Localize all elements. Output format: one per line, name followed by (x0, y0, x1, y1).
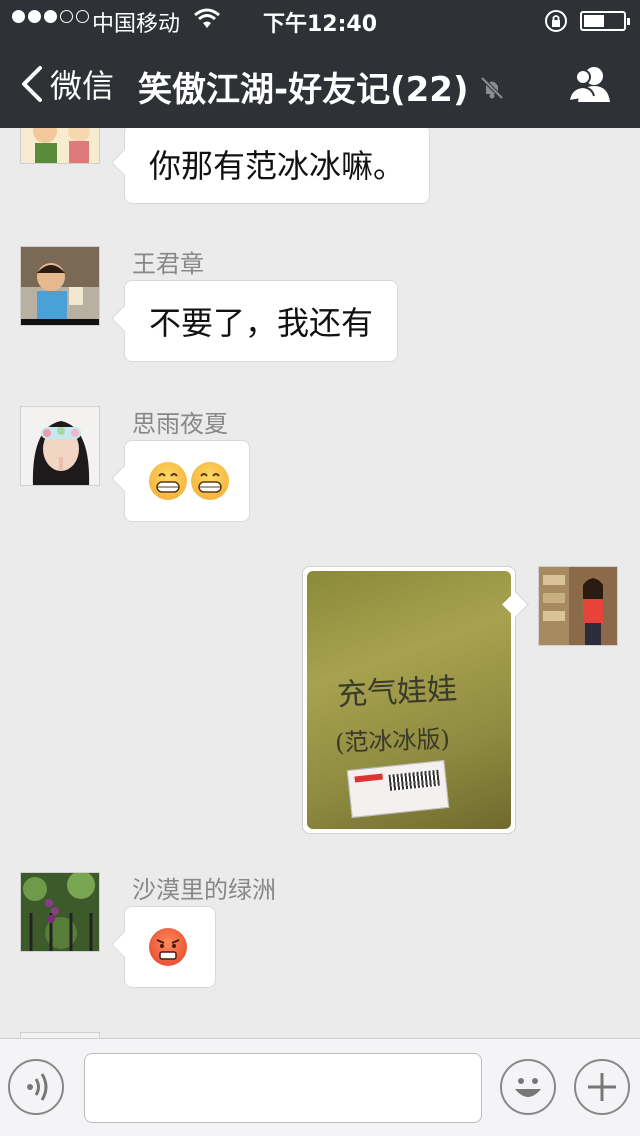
avatar[interactable] (20, 128, 100, 164)
sender-name: 沙漠里的绿洲 (132, 876, 276, 904)
smiley-icon (515, 1078, 541, 1097)
message-bubble[interactable]: 不要了，我还有 (124, 280, 399, 362)
mute-bell-icon (480, 76, 504, 100)
image-text: (范冰冰版) (334, 725, 451, 757)
cartoon-avatar-image (21, 128, 99, 163)
message-bubble[interactable] (124, 440, 250, 522)
chevron-left-icon (22, 66, 42, 102)
top-bar: 中国移动 下午12:40 微信 笑傲江湖-好友记(22) (0, 0, 640, 128)
chat-area[interactable]: 你那有范冰冰嘛。 王君章 不要了，我还有 思雨夜夏 充气娃娃 (范冰冰版) 沙漠… (0, 128, 640, 1038)
group-members-icon[interactable] (566, 64, 614, 104)
message-bubble[interactable] (124, 906, 216, 988)
angry-emoji-icon (149, 928, 187, 966)
emoji-button[interactable] (500, 1059, 556, 1115)
input-bar (0, 1038, 640, 1136)
back-button[interactable]: 微信 (18, 62, 114, 106)
grin-emoji-icon (191, 462, 229, 500)
chat-title: 笑傲江湖-好友记(22) (138, 70, 469, 110)
child-avatar-image (21, 247, 99, 325)
rotation-lock-icon (545, 10, 567, 32)
avatar[interactable] (20, 246, 100, 326)
voice-button[interactable] (8, 1059, 64, 1115)
back-label: 微信 (50, 67, 115, 105)
message-input[interactable] (84, 1053, 482, 1123)
plus-icon (588, 1073, 616, 1101)
shipping-label (346, 760, 450, 818)
plant-avatar-image (21, 873, 99, 951)
message-text: 你那有范冰冰嘛。 (149, 147, 406, 185)
avatar[interactable] (20, 406, 100, 486)
image-message[interactable]: 充气娃娃 (范冰冰版) (302, 566, 516, 834)
sender-name: 王君章 (132, 250, 204, 278)
avatar[interactable] (538, 566, 618, 646)
sack-photo: 充气娃娃 (范冰冰版) (307, 571, 511, 829)
voice-icon (27, 1073, 48, 1101)
grin-emoji-icon (149, 462, 187, 500)
sender-name: 思雨夜夏 (132, 410, 228, 438)
more-button[interactable] (574, 1059, 630, 1115)
girl-avatar-image (21, 407, 99, 485)
message-text: 不要了，我还有 (149, 304, 374, 342)
message-bubble[interactable]: 你那有范冰冰嘛。 (124, 128, 431, 204)
shop-woman-avatar-image (539, 567, 617, 645)
image-text: 充气娃娃 (336, 671, 459, 714)
nav-bar: 微信 笑傲江湖-好友记(22) (0, 40, 640, 128)
avatar[interactable] (20, 872, 100, 952)
status-bar: 中国移动 下午12:40 (0, 0, 640, 40)
battery-icon (580, 11, 630, 31)
